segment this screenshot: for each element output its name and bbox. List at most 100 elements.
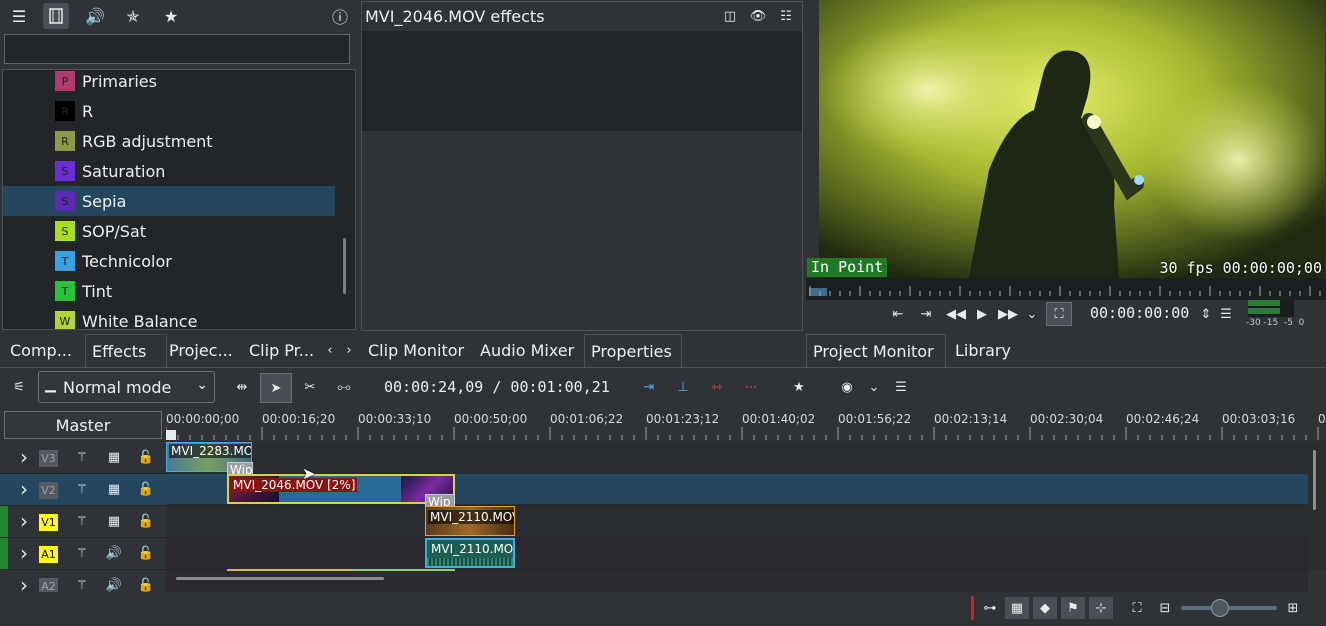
effect-item[interactable]: S Sepia xyxy=(3,186,335,216)
tab-clip-monitor[interactable]: Clip Monitor xyxy=(362,334,470,366)
forward-icon[interactable]: ▶▶ xyxy=(996,303,1020,325)
track-header-a1[interactable]: › A1 ⚚ 🔊 🔓 xyxy=(0,538,166,570)
effects-wand-icon[interactable]: ⚚ xyxy=(70,510,94,532)
effects-search-input[interactable] xyxy=(4,34,350,64)
a2-clip-strip[interactable] xyxy=(227,569,455,571)
lock-icon[interactable]: 🔓 xyxy=(134,510,158,532)
zoom-out-icon[interactable]: ⊟ xyxy=(1153,597,1177,619)
audio-toggle-icon[interactable]: 🔊 xyxy=(102,542,126,564)
playhead-marker[interactable] xyxy=(166,430,176,440)
timeline-settings-icon[interactable]: ⚟ xyxy=(7,376,31,398)
clip-mvi-2110-audio[interactable]: MVI_2110.MOV xyxy=(425,538,515,568)
play-icon[interactable]: ▶ xyxy=(970,303,994,325)
favorites-star-icon[interactable]: ★ xyxy=(158,3,184,29)
show-audio-thumbnails-icon[interactable]: ◆ xyxy=(1033,597,1057,619)
expand-chevron-icon[interactable]: › xyxy=(12,477,36,501)
effect-item[interactable]: T Technicolor xyxy=(3,246,335,276)
track-lane-v1[interactable] xyxy=(166,506,1308,538)
video-filter-icon[interactable] xyxy=(43,3,69,29)
play-menu-chevron-icon[interactable]: ⌄ xyxy=(1020,303,1044,325)
video-toggle-icon[interactable]: ▦ xyxy=(102,510,126,532)
overwrite-clip-icon[interactable]: ⊥ xyxy=(671,376,695,398)
selection-tool-icon[interactable]: ➤ xyxy=(260,373,292,403)
expand-chevron-icon[interactable]: › xyxy=(12,541,36,565)
track-lane-v3[interactable] xyxy=(166,442,1308,474)
effect-item-label: Primaries xyxy=(82,71,157,91)
rewind-icon[interactable]: ◀◀ xyxy=(944,303,968,325)
track-header-v3[interactable]: › V3 ⚚ ▦ 🔓 xyxy=(0,442,166,474)
expand-chevron-icon[interactable]: › xyxy=(12,445,36,469)
show-markers-icon[interactable]: ⚑ xyxy=(1061,597,1085,619)
effects-wand-icon[interactable]: ⚚ xyxy=(70,542,94,564)
master-button[interactable]: Master xyxy=(4,411,162,439)
fit-zoom-icon[interactable]: ⛶ xyxy=(1125,597,1149,619)
ripple-icon[interactable]: ⊶ xyxy=(978,597,1002,619)
clip-mvi-2046[interactable]: MVI_2046.MOV [2%] xyxy=(227,474,455,504)
info-icon[interactable]: ⓘ xyxy=(327,3,353,29)
effects-wand-icon[interactable]: ⚚ xyxy=(70,446,94,468)
insert-clip-icon[interactable]: ⇥ xyxy=(637,376,661,398)
set-in-point-icon[interactable]: ⇤ xyxy=(886,303,910,325)
tabs-scroll-right-icon[interactable]: › xyxy=(337,339,361,361)
track-name-badge[interactable]: A1 xyxy=(39,546,58,563)
track-header-v1[interactable]: › V1 ⚚ ▦ 🔓 xyxy=(0,506,166,538)
video-toggle-icon[interactable]: ▦ xyxy=(102,478,126,500)
tab-effects[interactable]: Effects xyxy=(85,334,167,367)
tab-project-monitor[interactable]: Project Monitor xyxy=(806,334,946,367)
track-lane-a1[interactable] xyxy=(166,538,1308,570)
track-header-v2[interactable]: › V2 ⚚ ▦ 🔓 xyxy=(0,474,166,506)
audio-filter-icon[interactable]: 🔊 xyxy=(82,3,108,29)
video-toggle-icon[interactable]: ▦ xyxy=(102,446,126,468)
lock-icon[interactable]: 🔓 xyxy=(134,478,158,500)
tab-clip-properties[interactable]: Clip Pr... xyxy=(243,334,320,366)
show-video-thumbnails-icon[interactable]: ▦ xyxy=(1005,597,1029,619)
record-menu-chevron-icon[interactable]: ⌄ xyxy=(862,376,886,398)
tab-audio-mixer[interactable]: Audio Mixer xyxy=(474,334,580,366)
monitor-ruler[interactable] xyxy=(806,278,1326,300)
effect-item[interactable]: P Primaries xyxy=(3,70,335,96)
lift-icon[interactable]: ⋯ xyxy=(739,376,763,398)
custom-effects-icon[interactable]: ✯ xyxy=(120,3,146,29)
record-audio-icon[interactable]: ◉ xyxy=(835,376,859,398)
snap-icon[interactable]: ⊹ xyxy=(1089,597,1113,619)
zoom-slider-handle[interactable] xyxy=(1211,599,1229,617)
tab-properties[interactable]: Properties xyxy=(584,334,682,367)
edit-mode-select[interactable]: ▁ Normal mode ⌄ xyxy=(38,371,215,403)
favorite-star-icon[interactable]: ★ xyxy=(787,376,811,398)
effect-item[interactable]: RR xyxy=(3,96,335,126)
effects-wand-icon[interactable]: ⚚ xyxy=(70,478,94,500)
spacer-tool-icon[interactable]: ⇹ xyxy=(230,376,254,398)
clip-mvi-2110-video[interactable]: MVI_2110.MOV xyxy=(425,506,515,536)
mixer-sliders-icon[interactable]: ☰ xyxy=(889,376,913,398)
track-name-badge[interactable]: V3 xyxy=(39,450,58,467)
list-view-icon[interactable]: ☰ xyxy=(6,3,32,29)
effect-item[interactable]: S Saturation xyxy=(3,156,335,186)
tab-library[interactable]: Library xyxy=(949,334,1017,366)
zoom-slider[interactable] xyxy=(1181,599,1277,617)
effect-item[interactable]: R RGB adjustment xyxy=(3,126,335,156)
monitor-timecode[interactable]: 00:00:00:00 xyxy=(1090,304,1189,322)
tab-compositions[interactable]: Comp... xyxy=(4,334,78,366)
settings-sliders-icon[interactable]: ☷ xyxy=(774,5,798,27)
tab-project-bin[interactable]: Projec... xyxy=(163,334,239,366)
monitor-menu-icon[interactable]: ☰ xyxy=(1214,303,1238,325)
lock-icon[interactable]: 🔓 xyxy=(134,542,158,564)
lock-icon[interactable]: 🔓 xyxy=(134,446,158,468)
compare-split-icon[interactable]: ◫ xyxy=(718,5,742,27)
expand-chevron-icon[interactable]: › xyxy=(12,509,36,533)
track-name-badge[interactable]: V1 xyxy=(39,514,58,531)
extract-icon[interactable]: ⇿ xyxy=(705,376,729,398)
effect-item[interactable]: T Tint xyxy=(3,276,335,306)
slip-tool-icon[interactable]: ⧟ xyxy=(332,376,356,398)
eye-icon[interactable]: 👁 xyxy=(746,5,770,27)
effect-item[interactable]: S SOP/Sat xyxy=(3,216,335,246)
set-out-point-icon[interactable]: ⇥ xyxy=(914,303,938,325)
crop-icon[interactable]: ⛶ xyxy=(1046,302,1072,326)
tree-scrollbar[interactable] xyxy=(343,238,346,294)
razor-tool-icon[interactable]: ✂ xyxy=(298,376,322,398)
timeline-v-scrollbar[interactable] xyxy=(1313,450,1316,510)
track-name-badge[interactable]: V2 xyxy=(39,482,58,499)
effect-item[interactable]: W White Balance xyxy=(3,306,335,329)
timeline-h-scrollbar[interactable] xyxy=(176,577,384,580)
zoom-in-icon[interactable]: ⊞ xyxy=(1281,597,1305,619)
